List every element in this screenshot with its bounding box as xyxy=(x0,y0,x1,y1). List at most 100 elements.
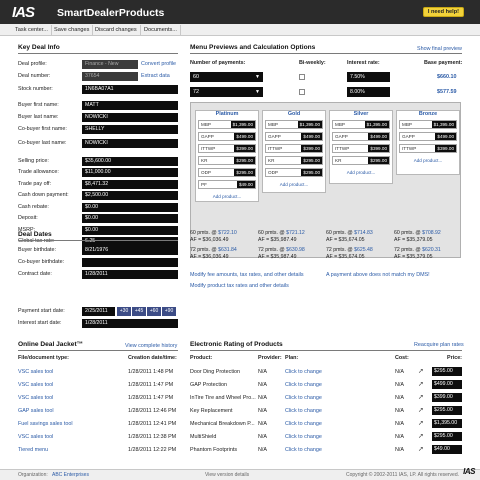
msrp-input[interactable]: $0.00 xyxy=(82,226,178,235)
deposit-input[interactable]: $0.00 xyxy=(82,214,178,223)
package-platinum-product-row[interactable]: GAPP $499.00 xyxy=(198,132,256,141)
deal-number-input[interactable]: 37654 xyxy=(82,72,138,81)
product-header: Product: xyxy=(190,355,213,361)
package-gold-product-row[interactable]: KR $295.00 xyxy=(265,156,323,165)
amount-financed: AF = $36,036.49 xyxy=(190,237,229,243)
package-bronze-product-row[interactable]: ITTWP $399.00 xyxy=(399,144,457,153)
cash-down-payment-input[interactable]: $2,500.00 xyxy=(82,191,178,200)
view-history-link[interactable]: View complete history xyxy=(125,343,177,349)
menu-save-changes[interactable]: Save changes xyxy=(51,25,94,35)
price-input[interactable]: $499.00 xyxy=(432,380,462,389)
package-platinum-product-row[interactable]: PF $49.00 xyxy=(198,180,256,189)
package-platinum: Platinum MBP $1,395.00 GAPP $499.00 ITTWP $399… xyxy=(195,110,259,202)
bi-weekly-checkbox-1[interactable] xyxy=(299,74,305,80)
price-input[interactable]: $49.00 xyxy=(432,445,462,454)
buyer-birthdate-input[interactable]: 8/21/1976 xyxy=(82,246,178,255)
amount-financed: AF = $35,987.49 xyxy=(258,254,297,260)
organization-label: Organization: xyxy=(18,472,48,478)
version-details-link[interactable]: View version details xyxy=(205,472,249,478)
payments-select-2[interactable]: 72 ▼ xyxy=(190,87,263,97)
payment-start-date-input[interactable]: 2/25/2011 xyxy=(82,307,115,316)
package-bronze-product-row[interactable]: MBP $1,395.00 xyxy=(399,120,457,129)
package-silver-product-row[interactable]: ITTWP $399.00 xyxy=(332,144,390,153)
selling-price-input[interactable]: $35,600.00 xyxy=(82,157,178,166)
pin-icon: ➚ xyxy=(418,433,424,440)
product-price: $295.00 xyxy=(301,157,322,164)
package-platinum-add-product-link[interactable]: Add product... xyxy=(196,194,258,199)
reacquire-rates-link[interactable]: Reacquire plan rates xyxy=(414,342,464,348)
price-input[interactable]: $295.00 xyxy=(432,432,462,441)
organization-link[interactable]: ABC Enterprises xyxy=(52,472,89,478)
amount-financed: AF = $35,674.05 xyxy=(326,254,365,260)
menu-documents[interactable]: Documents... xyxy=(141,25,181,35)
plan-change-link[interactable]: Click to change xyxy=(285,382,322,388)
trade-allowance-input[interactable]: $11,000.00 xyxy=(82,168,178,177)
package-silver-product-row[interactable]: GAPP $499.00 xyxy=(332,132,390,141)
global-tax-rate-input[interactable]: 6.25 xyxy=(82,237,178,246)
contract-date-label: Contract date: xyxy=(18,271,52,277)
buyer-first-name-input[interactable]: MATT xyxy=(82,101,178,110)
table-row: Key Replacement N/A Click to change N/A ➚ $29… xyxy=(0,406,480,415)
package-gold-product-row[interactable]: MBP $1,395.00 xyxy=(265,120,323,129)
price-input[interactable]: $399.00 xyxy=(432,393,462,402)
product-code: MBP xyxy=(335,122,345,127)
menu-discard-changes[interactable]: Discard changes xyxy=(92,25,141,35)
modify-tax-rates-link[interactable]: Modify product tax rates and other detai… xyxy=(190,283,289,289)
package-gold-product-row[interactable]: GAPP $499.00 xyxy=(265,132,323,141)
package-silver-product-row[interactable]: MBP $1,395.00 xyxy=(332,120,390,129)
package-gold-add-product-link[interactable]: Add product... xyxy=(263,182,325,187)
package-gold-product-row[interactable]: ODP $295.00 xyxy=(265,168,323,177)
cobuyer-first-name-input[interactable]: SHELLY xyxy=(82,125,178,134)
bi-weekly-checkbox-2[interactable] xyxy=(299,89,305,95)
package-platinum-product-row[interactable]: KR $295.00 xyxy=(198,156,256,165)
payment-mismatch-link[interactable]: A payment above does not match my DMS! xyxy=(326,272,430,278)
price-input[interactable]: $295.00 xyxy=(432,367,462,376)
cobuyer-birthdate-input[interactable] xyxy=(82,258,178,267)
package-platinum-product-row[interactable]: ITTWP $399.00 xyxy=(198,144,256,153)
cash-rebate-input[interactable]: $0.00 xyxy=(82,203,178,212)
package-platinum-product-row[interactable]: ODP $295.00 xyxy=(198,168,256,177)
interest-start-date-input[interactable]: 1/28/2011 xyxy=(82,319,178,328)
plan-change-link[interactable]: Click to change xyxy=(285,421,322,427)
interest-rate-input-2[interactable]: 8.00% xyxy=(347,87,390,97)
price-input[interactable]: $295.00 xyxy=(432,406,462,415)
deposit-label: Deposit: xyxy=(18,215,38,221)
payments-select-1[interactable]: 60 ▼ xyxy=(190,72,263,82)
payments-value: 72 xyxy=(193,89,199,95)
package-bronze-add-product-link[interactable]: Add product... xyxy=(397,158,459,163)
term-label: 72 pmts. @ xyxy=(394,247,421,253)
package-silver-add-product-link[interactable]: Add product... xyxy=(330,170,392,175)
product-name: InTire Tire and Wheel Pro... xyxy=(190,395,256,401)
help-button[interactable]: I need help! xyxy=(422,7,464,17)
contract-date-input[interactable]: 1/28/2011 xyxy=(82,270,178,279)
package-bronze-product-row[interactable]: GAPP $499.00 xyxy=(399,132,457,141)
cobuyer-last-name-input[interactable]: NOWICKI xyxy=(82,139,178,148)
trade-payoff-input[interactable]: $8,471.32 xyxy=(82,180,178,189)
plus-60-button[interactable]: +60 xyxy=(147,307,161,316)
stock-number-input[interactable]: 1N6BA07A1 xyxy=(82,85,178,94)
plan-change-link[interactable]: Click to change xyxy=(285,408,322,414)
price-input[interactable]: $1,395.00 xyxy=(432,419,462,428)
plus-45-button[interactable]: +45 xyxy=(132,307,146,316)
plus-30-button[interactable]: +30 xyxy=(117,307,131,316)
package-silver-product-row[interactable]: KR $295.00 xyxy=(332,156,390,165)
plan-change-link[interactable]: Click to change xyxy=(285,395,322,401)
plan-change-link[interactable]: Click to change xyxy=(285,434,322,440)
modify-fees-link[interactable]: Modify fee amounts, tax rates, and other… xyxy=(190,272,304,278)
pin-icon: ➚ xyxy=(418,407,424,414)
menu-task-center[interactable]: Task center... xyxy=(12,25,52,35)
package-gold-product-row[interactable]: ITTWP $399.00 xyxy=(265,144,323,153)
deal-number-action-link[interactable]: Extract data xyxy=(141,73,170,79)
product-price: $499.00 xyxy=(368,133,389,140)
show-final-preview-link[interactable]: Show final preview xyxy=(417,46,462,52)
monthly-payment: $631.84 xyxy=(218,247,237,253)
payment-result-silver: 60 pmts. @ $714.83 AF = $35,674.05 72 pmts… xyxy=(326,230,373,261)
plan-change-link[interactable]: Click to change xyxy=(285,369,322,375)
plus-90-button[interactable]: +90 xyxy=(162,307,176,316)
deal-profile-input[interactable]: Finance - New xyxy=(82,60,138,69)
interest-rate-input-1[interactable]: 7.50% xyxy=(347,72,390,82)
package-platinum-product-row[interactable]: MBP $1,395.00 xyxy=(198,120,256,129)
deal-profile-action-link[interactable]: Convert profile xyxy=(141,61,176,67)
plan-change-link[interactable]: Click to change xyxy=(285,447,322,453)
buyer-last-name-input[interactable]: NOWICKI xyxy=(82,113,178,122)
